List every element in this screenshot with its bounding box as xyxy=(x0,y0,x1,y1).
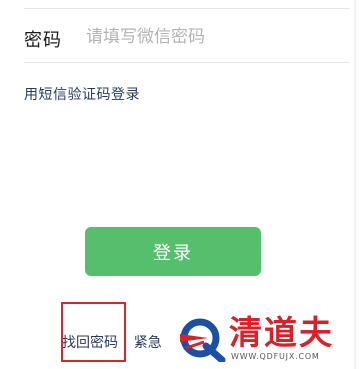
sms-login-link[interactable]: 用短信验证码登录 xyxy=(24,84,140,104)
emergency-freeze-link[interactable]: 紧急 xyxy=(134,332,162,352)
scrollbar xyxy=(354,0,356,369)
q-logo-icon xyxy=(180,318,226,362)
top-divider xyxy=(24,8,350,9)
password-input[interactable] xyxy=(86,22,326,52)
highlight-box xyxy=(61,302,126,362)
watermark-title: 清道夫 xyxy=(229,313,334,352)
watermark-url: WWW.QDFUJX.COM xyxy=(231,352,320,361)
password-row: 密码 xyxy=(24,20,350,56)
row-divider xyxy=(24,62,350,63)
password-label: 密码 xyxy=(24,30,62,51)
login-button[interactable]: 登录 xyxy=(85,227,261,276)
